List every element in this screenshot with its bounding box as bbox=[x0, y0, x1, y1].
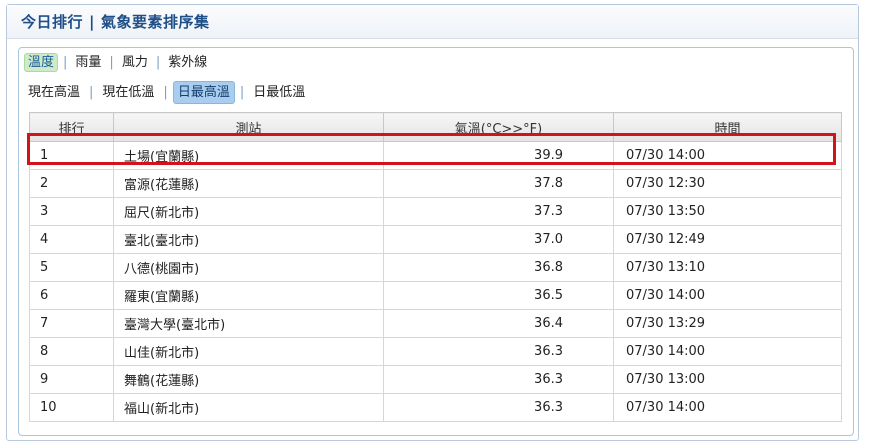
subtab-divider: | bbox=[163, 85, 168, 100]
station-cell[interactable]: 八德(桃園市) bbox=[113, 253, 384, 282]
rank-cell: 2 bbox=[29, 169, 114, 198]
column-header-time[interactable]: 時間 bbox=[613, 112, 842, 142]
time-cell: 07/30 13:00 bbox=[613, 365, 842, 394]
station-cell[interactable]: 臺灣大學(臺北市) bbox=[113, 309, 384, 338]
tab-divider: | bbox=[63, 55, 68, 70]
temperature-cell: 36.3 bbox=[383, 393, 614, 422]
table-row: 6 羅東(宜蘭縣) 36.5 07/30 14:00 bbox=[29, 281, 842, 310]
station-cell[interactable]: 富源(花蓮縣) bbox=[113, 169, 384, 198]
subtab-current-high[interactable]: 現在高溫 bbox=[24, 82, 84, 103]
time-cell: 07/30 13:10 bbox=[613, 253, 842, 282]
header-title-right: 氣象要素排序集 bbox=[101, 13, 210, 31]
content-box: 溫度 | 雨量 | 風力 | 紫外線 現在高溫 | 現在低溫 | 日最高溫 | … bbox=[18, 47, 854, 436]
rank-cell: 4 bbox=[29, 225, 114, 254]
subtab-divider: | bbox=[89, 85, 94, 100]
rank-cell: 5 bbox=[29, 253, 114, 282]
table-header-row: 排行 測站 氣溫(°C>>°F) 時間 bbox=[29, 112, 842, 142]
temperature-cell: 36.3 bbox=[383, 337, 614, 366]
header-separator: | bbox=[89, 12, 95, 31]
header-title-left: 今日排行 bbox=[21, 13, 84, 31]
time-cell: 07/30 12:30 bbox=[613, 169, 842, 198]
column-header-rank[interactable]: 排行 bbox=[29, 112, 114, 142]
subtab-daily-low[interactable]: 日最低溫 bbox=[249, 82, 309, 103]
rank-cell: 3 bbox=[29, 197, 114, 226]
rank-cell: 6 bbox=[29, 281, 114, 310]
table-row: 1 土場(宜蘭縣) 39.9 07/30 14:00 bbox=[29, 141, 842, 170]
subtab-divider: | bbox=[239, 85, 245, 100]
tab-divider: | bbox=[109, 55, 114, 70]
time-cell: 07/30 14:00 bbox=[613, 393, 842, 422]
ranking-panel: 今日排行 | 氣象要素排序集 溫度 | 雨量 | 風力 | 紫外線 現在高溫 |… bbox=[6, 4, 859, 441]
tab-temperature[interactable]: 溫度 bbox=[24, 53, 59, 72]
station-cell[interactable]: 土場(宜蘭縣) bbox=[113, 141, 384, 170]
station-cell[interactable]: 羅東(宜蘭縣) bbox=[113, 281, 384, 310]
rank-cell: 10 bbox=[29, 393, 114, 422]
panel-header: 今日排行 | 氣象要素排序集 bbox=[7, 5, 858, 39]
tab-uv[interactable]: 紫外線 bbox=[165, 53, 210, 72]
table-row: 10 福山(新北市) 36.3 07/30 14:00 bbox=[29, 393, 842, 422]
sub-tabs: 現在高溫 | 現在低溫 | 日最高溫 | 日最低溫 bbox=[24, 81, 309, 104]
table-row: 7 臺灣大學(臺北市) 36.4 07/30 13:29 bbox=[29, 309, 842, 338]
table-row: 2 富源(花蓮縣) 37.8 07/30 12:30 bbox=[29, 169, 842, 198]
station-cell[interactable]: 臺北(臺北市) bbox=[113, 225, 384, 254]
temperature-cell: 36.8 bbox=[383, 253, 614, 282]
table-row: 8 山佳(新北市) 36.3 07/30 14:00 bbox=[29, 337, 842, 366]
time-cell: 07/30 14:00 bbox=[613, 141, 842, 170]
ranking-table: 排行 測站 氣溫(°C>>°F) 時間 1 土場(宜蘭縣) 39.9 07/30… bbox=[29, 112, 842, 422]
category-tabs: 溫度 | 雨量 | 風力 | 紫外線 bbox=[24, 53, 210, 72]
tab-wind[interactable]: 風力 bbox=[119, 53, 151, 72]
temperature-cell: 36.4 bbox=[383, 309, 614, 338]
table-row: 9 舞鶴(花蓮縣) 36.3 07/30 13:00 bbox=[29, 365, 842, 394]
temperature-cell: 37.0 bbox=[383, 225, 614, 254]
rank-cell: 1 bbox=[29, 141, 114, 170]
tab-divider: | bbox=[155, 55, 161, 70]
temperature-cell: 36.3 bbox=[383, 365, 614, 394]
rank-cell: 7 bbox=[29, 309, 114, 338]
temperature-cell: 37.3 bbox=[383, 197, 614, 226]
table-row: 3 屈尺(新北市) 37.3 07/30 13:50 bbox=[29, 197, 842, 226]
temperature-cell: 39.9 bbox=[383, 141, 614, 170]
time-cell: 07/30 14:00 bbox=[613, 281, 842, 310]
subtab-current-low[interactable]: 現在低溫 bbox=[98, 82, 158, 103]
station-cell[interactable]: 舞鶴(花蓮縣) bbox=[113, 365, 384, 394]
time-cell: 07/30 14:00 bbox=[613, 337, 842, 366]
table-row: 5 八德(桃園市) 36.8 07/30 13:10 bbox=[29, 253, 842, 282]
rank-cell: 9 bbox=[29, 365, 114, 394]
tab-rainfall[interactable]: 雨量 bbox=[72, 53, 104, 72]
rank-cell: 8 bbox=[29, 337, 114, 366]
table-row: 4 臺北(臺北市) 37.0 07/30 12:49 bbox=[29, 225, 842, 254]
time-cell: 07/30 12:49 bbox=[613, 225, 842, 254]
subtab-daily-high[interactable]: 日最高溫 bbox=[172, 81, 235, 104]
temperature-cell: 36.5 bbox=[383, 281, 614, 310]
temperature-cell: 37.8 bbox=[383, 169, 614, 198]
station-cell[interactable]: 屈尺(新北市) bbox=[113, 197, 384, 226]
column-header-temperature[interactable]: 氣溫(°C>>°F) bbox=[383, 112, 614, 142]
station-cell[interactable]: 福山(新北市) bbox=[113, 393, 384, 422]
time-cell: 07/30 13:50 bbox=[613, 197, 842, 226]
column-header-station[interactable]: 測站 bbox=[113, 112, 384, 142]
time-cell: 07/30 13:29 bbox=[613, 309, 842, 338]
station-cell[interactable]: 山佳(新北市) bbox=[113, 337, 384, 366]
